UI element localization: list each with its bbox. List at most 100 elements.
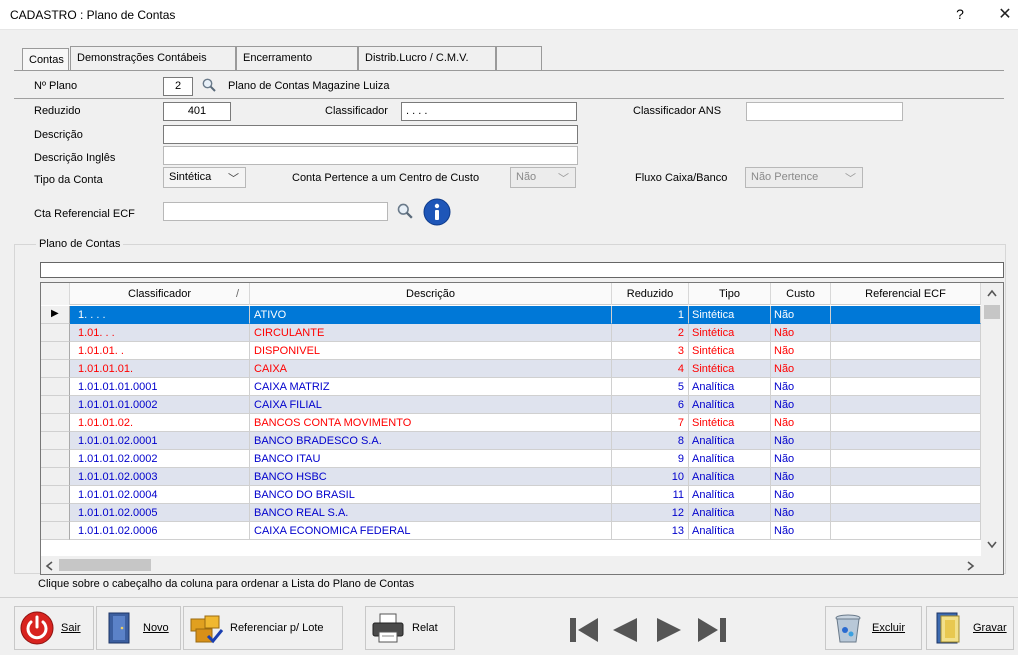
descricao-field[interactable]	[163, 125, 578, 144]
table-row[interactable]: 1.01.01.01. CAIXA 4 Sintética Não	[41, 360, 981, 378]
cell-classificador[interactable]: 1. . . .	[70, 306, 250, 324]
cell-custo[interactable]: Não	[771, 522, 831, 540]
cell-descricao[interactable]: BANCO DO BRASIL	[250, 486, 612, 504]
table-row[interactable]: 1.01.01.01.0001 CAIXA MATRIZ 5 Analítica Não	[41, 378, 981, 396]
cell-referencial-ecf[interactable]	[831, 450, 981, 468]
cell-reduzido[interactable]: 13	[612, 522, 689, 540]
cell-tipo[interactable]: Sintética	[689, 342, 771, 360]
cell-reduzido[interactable]: 3	[612, 342, 689, 360]
tab-contas[interactable]: Contas	[22, 48, 69, 71]
cell-custo[interactable]: Não	[771, 468, 831, 486]
cell-custo[interactable]: Não	[771, 342, 831, 360]
table-row[interactable]: 1.01.01.02.0002 BANCO ITAU 9 Analítica Não	[41, 450, 981, 468]
cell-referencial-ecf[interactable]	[831, 486, 981, 504]
header-custo[interactable]: Custo	[771, 283, 831, 305]
accounts-grid[interactable]: Classificador / Descrição Reduzido Tipo …	[40, 282, 1004, 575]
row-indicator[interactable]	[41, 378, 70, 396]
cell-descricao[interactable]: CAIXA MATRIZ	[250, 378, 612, 396]
table-row[interactable]: 1.01.01.02. BANCOS CONTA MOVIMENTO 7 Sintét…	[41, 414, 981, 432]
cell-referencial-ecf[interactable]	[831, 378, 981, 396]
cell-custo[interactable]: Não	[771, 414, 831, 432]
cell-tipo[interactable]: Analítica	[689, 504, 771, 522]
grid-filter-field[interactable]	[40, 262, 1004, 278]
first-record-icon[interactable]	[568, 615, 600, 645]
cell-reduzido[interactable]: 8	[612, 432, 689, 450]
cell-classificador[interactable]: 1.01.01.01.	[70, 360, 250, 378]
cell-classificador[interactable]: 1.01.01.02.0003	[70, 468, 250, 486]
cta-ref-field[interactable]	[163, 202, 388, 221]
header-reduzido[interactable]: Reduzido	[612, 283, 689, 305]
header-descricao[interactable]: Descrição	[250, 283, 612, 305]
row-indicator[interactable]	[41, 450, 70, 468]
row-indicator[interactable]	[41, 342, 70, 360]
row-indicator[interactable]	[41, 522, 70, 540]
cell-referencial-ecf[interactable]	[831, 504, 981, 522]
tipo-select[interactable]: Sintética ﹀	[163, 167, 246, 188]
novo-button[interactable]: Novo	[96, 606, 181, 650]
cell-classificador[interactable]: 1.01.01.02.0004	[70, 486, 250, 504]
cell-tipo[interactable]: Analítica	[689, 468, 771, 486]
info-icon[interactable]	[422, 197, 452, 227]
header-tipo[interactable]: Tipo	[689, 283, 771, 305]
scroll-down-icon[interactable]	[987, 541, 997, 549]
cell-reduzido[interactable]: 7	[612, 414, 689, 432]
centro-custo-select[interactable]: Não ﹀	[510, 167, 576, 188]
cell-reduzido[interactable]: 10	[612, 468, 689, 486]
cell-custo[interactable]: Não	[771, 324, 831, 342]
cell-classificador[interactable]: 1.01.01.01.0001	[70, 378, 250, 396]
cell-tipo[interactable]: Analítica	[689, 432, 771, 450]
row-indicator[interactable]	[41, 360, 70, 378]
last-record-icon[interactable]	[696, 615, 728, 645]
cell-reduzido[interactable]: 9	[612, 450, 689, 468]
cell-referencial-ecf[interactable]	[831, 396, 981, 414]
cell-tipo[interactable]: Sintética	[689, 360, 771, 378]
cell-custo[interactable]: Não	[771, 486, 831, 504]
cell-descricao[interactable]: CAIXA ECONOMICA FEDERAL	[250, 522, 612, 540]
cell-classificador[interactable]: 1.01. . .	[70, 324, 250, 342]
scroll-right-icon[interactable]	[967, 561, 975, 571]
cell-referencial-ecf[interactable]	[831, 414, 981, 432]
sair-button[interactable]: Sair	[14, 606, 94, 650]
row-indicator[interactable]	[41, 432, 70, 450]
cell-descricao[interactable]: CAIXA	[250, 360, 612, 378]
cell-tipo[interactable]: Analítica	[689, 522, 771, 540]
cell-classificador[interactable]: 1.01.01.02.0006	[70, 522, 250, 540]
descricao-ingles-field[interactable]	[163, 146, 578, 165]
row-indicator[interactable]	[41, 414, 70, 432]
cell-descricao[interactable]: BANCO HSBC	[250, 468, 612, 486]
table-row[interactable]: 1.01.01.02.0005 BANCO REAL S.A. 12 Analític…	[41, 504, 981, 522]
excluir-button[interactable]: Excluir	[825, 606, 922, 650]
cell-reduzido[interactable]: 2	[612, 324, 689, 342]
cell-descricao[interactable]: CAIXA FILIAL	[250, 396, 612, 414]
cell-custo[interactable]: Não	[771, 504, 831, 522]
cell-tipo[interactable]: Sintética	[689, 306, 771, 324]
cell-custo[interactable]: Não	[771, 306, 831, 324]
scroll-up-icon[interactable]	[987, 289, 997, 297]
cell-descricao[interactable]: BANCOS CONTA MOVIMENTO	[250, 414, 612, 432]
next-record-icon[interactable]	[654, 615, 684, 645]
cell-referencial-ecf[interactable]	[831, 324, 981, 342]
cell-classificador[interactable]: 1.01.01.02.	[70, 414, 250, 432]
tab-empty[interactable]	[496, 46, 542, 70]
cell-custo[interactable]: Não	[771, 432, 831, 450]
cell-reduzido[interactable]: 12	[612, 504, 689, 522]
plano-number-field[interactable]: 2	[163, 77, 193, 96]
cell-tipo[interactable]: Analítica	[689, 378, 771, 396]
table-row[interactable]: 1.01.01.01.0002 CAIXA FILIAL 6 Analítica Não	[41, 396, 981, 414]
cell-tipo[interactable]: Analítica	[689, 396, 771, 414]
search-icon[interactable]	[397, 203, 413, 219]
horizontal-scrollbar[interactable]	[41, 556, 981, 574]
relat-button[interactable]: Relat	[365, 606, 455, 650]
cell-reduzido[interactable]: 11	[612, 486, 689, 504]
cell-reduzido[interactable]: 6	[612, 396, 689, 414]
cell-tipo[interactable]: Analítica	[689, 486, 771, 504]
help-button[interactable]: ?	[950, 6, 970, 22]
cell-descricao[interactable]: ATIVO	[250, 306, 612, 324]
cell-descricao[interactable]: BANCO REAL S.A.	[250, 504, 612, 522]
classificador-field[interactable]: . . . .	[401, 102, 577, 121]
cell-descricao[interactable]: DISPONIVEL	[250, 342, 612, 360]
fluxo-select[interactable]: Não Pertence ﹀	[745, 167, 863, 188]
cell-reduzido[interactable]: 1	[612, 306, 689, 324]
scroll-left-icon[interactable]	[45, 561, 53, 571]
header-referencial-ecf[interactable]: Referencial ECF	[831, 283, 981, 305]
